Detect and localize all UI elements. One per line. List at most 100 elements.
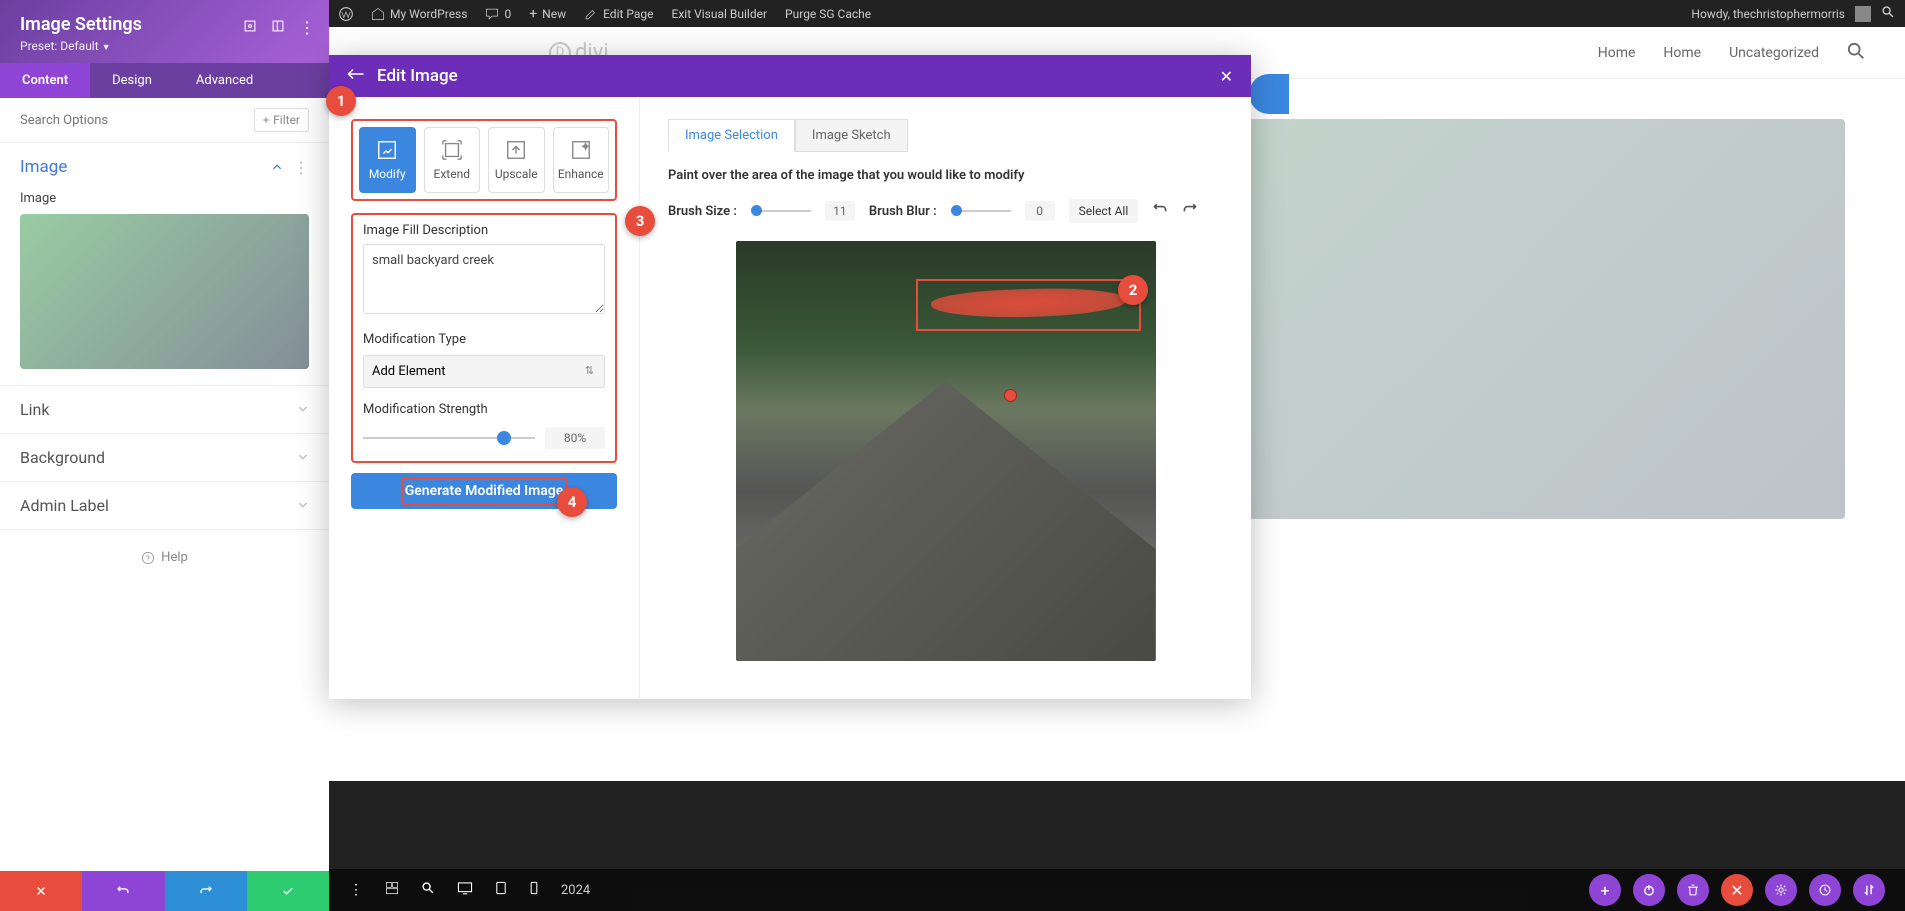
gear-circle[interactable] — [1765, 874, 1797, 906]
nav-search-icon[interactable] — [1847, 42, 1865, 64]
svg-text:?: ? — [146, 553, 150, 562]
close-icon[interactable]: ✕ — [1220, 67, 1233, 86]
tablet-icon[interactable] — [495, 881, 507, 899]
section-more-icon[interactable]: ⋮ — [293, 158, 309, 177]
select-all-button[interactable]: Select All — [1069, 199, 1139, 223]
exit-visual-builder[interactable]: Exit Visual Builder — [672, 7, 768, 21]
site-name[interactable]: My WordPress — [371, 7, 467, 21]
save-button[interactable] — [247, 871, 329, 911]
settings-panel: Image Settings Preset: Default ▼ ⋮ Conte… — [0, 0, 329, 911]
brush-cursor — [1004, 389, 1017, 402]
section-admin-label[interactable]: Admin Label — [0, 482, 329, 529]
tab-advanced[interactable]: Advanced — [174, 63, 275, 98]
brush-size-value: 11 — [825, 201, 855, 221]
modal-left-panel: Modify Extend Upscale Enhance Image Fill… — [329, 97, 639, 699]
wp-logo[interactable] — [339, 7, 353, 21]
cancel-button[interactable] — [0, 871, 82, 911]
extend-button[interactable]: Extend — [424, 127, 481, 193]
sort-circle[interactable] — [1853, 874, 1885, 906]
edit-page[interactable]: Edit Page — [584, 7, 653, 21]
strength-label: Modification Strength — [363, 402, 605, 417]
annotation-3: 3 — [625, 206, 655, 236]
paint-instruction: Paint over the area of the image that yo… — [668, 168, 1223, 183]
new-button[interactable]: +New — [529, 6, 566, 22]
more-icon[interactable]: ⋮ — [299, 18, 315, 37]
zoom-icon[interactable] — [421, 881, 435, 899]
close-circle[interactable]: ✕ — [1721, 874, 1753, 906]
mobile-icon[interactable] — [529, 881, 539, 899]
wireframe-icon[interactable] — [385, 881, 399, 899]
howdy-text[interactable]: Howdy, thechristophermorris — [1691, 7, 1845, 21]
chevron-down-icon — [297, 400, 309, 419]
undo-button[interactable] — [82, 871, 164, 911]
brush-blur-value: 0 — [1025, 201, 1055, 221]
comments-count: 0 — [504, 7, 511, 21]
comments[interactable]: 0 — [485, 7, 511, 21]
history-circle[interactable] — [1809, 874, 1841, 906]
desktop-icon[interactable] — [457, 881, 473, 899]
avatar[interactable] — [1855, 6, 1871, 22]
wp-admin-bar: My WordPress 0 +New Edit Page Exit Visua… — [329, 0, 1905, 27]
tab-design[interactable]: Design — [90, 63, 174, 98]
expand-icon[interactable] — [243, 18, 257, 37]
fill-description-label: Image Fill Description — [363, 223, 605, 238]
section-link[interactable]: Link — [0, 386, 329, 433]
strength-value: 80% — [545, 427, 605, 449]
nav-home2[interactable]: Home — [1663, 45, 1701, 61]
year-text: 2024 — [561, 883, 590, 898]
trash-circle[interactable] — [1677, 874, 1709, 906]
modify-button[interactable]: Modify — [359, 127, 416, 193]
add-circle[interactable]: + — [1589, 874, 1621, 906]
strength-slider[interactable] — [363, 437, 535, 439]
description-box: Image Fill Description Modification Type… — [351, 213, 617, 463]
action-buttons: Modify Extend Upscale Enhance — [351, 119, 617, 201]
annotation-4: 4 — [557, 487, 587, 517]
chevron-down-icon — [297, 448, 309, 467]
nav-uncategorized[interactable]: Uncategorized — [1729, 45, 1819, 61]
mod-type-select[interactable]: Add Element — [363, 355, 605, 388]
search-icon[interactable] — [1881, 5, 1895, 22]
redo-paint-icon[interactable] — [1182, 201, 1198, 221]
fill-description-input[interactable] — [363, 244, 605, 314]
tab-image-selection[interactable]: Image Selection — [668, 119, 795, 152]
toolbar-more-icon[interactable]: ⋮ — [349, 882, 363, 898]
panel-icon[interactable] — [271, 18, 285, 37]
help-link[interactable]: ?Help — [0, 530, 329, 585]
paint-canvas[interactable] — [736, 241, 1156, 661]
settings-footer — [0, 871, 329, 911]
bottom-toolbar: ⋮ 2024 + ✕ — [329, 869, 1905, 911]
enhance-button[interactable]: Enhance — [553, 127, 610, 193]
chevron-down-icon — [297, 496, 309, 515]
edit-page-label: Edit Page — [603, 7, 653, 21]
chevron-up-icon — [271, 158, 283, 177]
brush-blur-slider[interactable] — [951, 210, 1011, 212]
section-background[interactable]: Background — [0, 434, 329, 481]
edit-image-modal: Edit Image ✕ Modify Extend Upscale Enhan… — [329, 55, 1251, 699]
annotation-2: 2 — [1118, 275, 1148, 305]
modal-right-panel: Image Selection Image Sketch Paint over … — [639, 97, 1251, 699]
mod-type-label: Modification Type — [363, 332, 605, 347]
brush-size-label: Brush Size : — [668, 204, 737, 219]
back-icon[interactable] — [347, 66, 365, 86]
annotation-1: 1 — [326, 86, 356, 116]
search-input[interactable] — [20, 113, 254, 128]
image-thumbnail[interactable] — [20, 214, 309, 369]
settings-tabs: Content Design Advanced — [0, 63, 329, 98]
preset-selector[interactable]: Preset: Default ▼ — [20, 39, 309, 53]
tab-image-sketch[interactable]: Image Sketch — [795, 119, 908, 152]
image-label: Image — [20, 191, 309, 206]
filter-button[interactable]: +Filter — [254, 108, 309, 132]
upscale-button[interactable]: Upscale — [488, 127, 545, 193]
new-label: New — [542, 7, 566, 21]
tab-content[interactable]: Content — [0, 63, 90, 98]
brush-controls: Brush Size : 11 Brush Blur : 0 Select Al… — [668, 199, 1223, 223]
power-circle[interactable] — [1633, 874, 1665, 906]
site-name-text: My WordPress — [390, 7, 467, 21]
undo-paint-icon[interactable] — [1152, 201, 1168, 221]
nav-home[interactable]: Home — [1598, 45, 1636, 61]
purge-cache[interactable]: Purge SG Cache — [785, 7, 871, 21]
brush-size-slider[interactable] — [751, 210, 811, 212]
redo-button[interactable] — [165, 871, 247, 911]
section-image[interactable]: Image ⋮ — [0, 143, 329, 191]
modal-header: Edit Image ✕ — [329, 55, 1251, 97]
